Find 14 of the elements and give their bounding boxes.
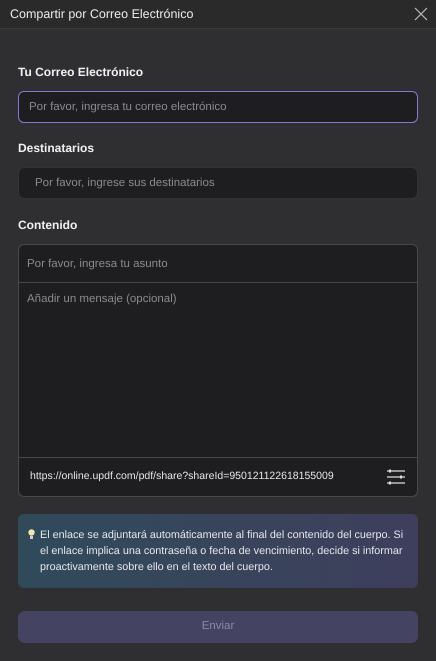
lightbulb-icon xyxy=(28,529,35,540)
field-label: Destinatarios xyxy=(18,140,96,157)
notice-text: El enlace se adjuntará automáticamente al final del contenido del cuerpo. Si el enlace implica una contraseña o fecha de vencimiento, decide si informar proactivamente sobre ello en el texto del cuerpo. xyxy=(40,528,404,575)
share-link: https://online.updf.com/pdf/share?shareId=950121122618155009 xyxy=(30,469,334,484)
close-icon[interactable] xyxy=(414,7,428,21)
window-title: Compartir por Correo Electrónico xyxy=(10,6,194,23)
field-label: Contenido xyxy=(18,217,78,234)
sliders-icon[interactable] xyxy=(387,469,405,485)
message-field[interactable]: Añadir un mensaje (opcional) xyxy=(19,283,417,458)
field-label: Tu Correo Electrónico xyxy=(18,64,144,81)
input-field[interactable]: Por favor, ingresa tu correo electrónico xyxy=(18,91,418,123)
subject-field[interactable]: Por favor, ingresa tu asunto xyxy=(19,245,417,283)
content-field[interactable]: Por favor, ingresa tu asunto Añadir un mensaje (opcional) https://online.updf.com/pdf/share?shareId=950121122618155009 xyxy=(18,244,418,497)
input-field[interactable]: Por favor, ingrese sus destinatarios xyxy=(18,167,418,199)
